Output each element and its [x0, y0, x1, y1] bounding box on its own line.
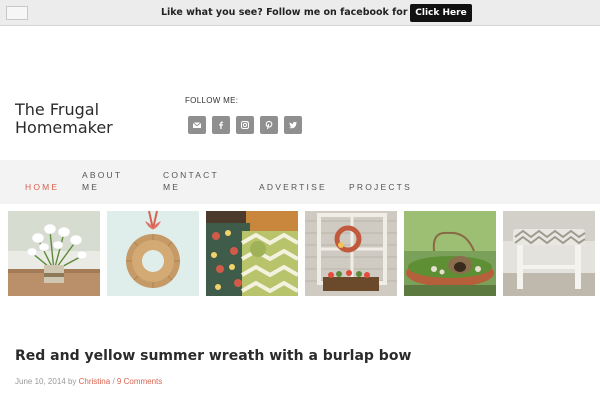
post-date: June 10, 2014	[15, 377, 66, 386]
pinterest-icon[interactable]	[260, 116, 278, 134]
paper-wreath-thumbnail[interactable]	[107, 211, 199, 296]
nav-item-projects[interactable]: PROJECTS	[349, 181, 412, 193]
instagram-icon[interactable]	[236, 116, 254, 134]
nav-item-advertise[interactable]: ADVERTISE	[259, 181, 327, 193]
notification-message: Like what you see? Follow me on facebook…	[161, 7, 443, 18]
follow-me-label: FOLLOW ME:	[185, 96, 239, 105]
chevron-pillows-thumbnail[interactable]	[206, 211, 298, 296]
site-title[interactable]: The Frugal Homemaker	[15, 101, 165, 137]
nav-item-about-me[interactable]: ABOUT ME	[82, 169, 142, 193]
post-title[interactable]: Red and yellow summer wreath with a burl…	[15, 348, 411, 364]
close-bar-button[interactable]	[6, 6, 28, 20]
post-meta: June 10, 2014 by Christina / 9 Comments	[15, 377, 162, 386]
fairy-garden-thumbnail[interactable]	[404, 211, 496, 296]
email-icon[interactable]	[188, 116, 206, 134]
post-author-link[interactable]: Christina	[79, 377, 111, 386]
window-wreath-thumbnail[interactable]	[305, 211, 397, 296]
main-navigation: HOME ABOUT ME CONTACT ME ADVERTISE PROJE…	[0, 160, 600, 204]
nav-item-home[interactable]: HOME	[25, 181, 59, 193]
post-comments-link[interactable]: 9 Comments	[117, 377, 162, 386]
post-by-label: by	[67, 377, 77, 386]
chevron-stool-thumbnail[interactable]	[503, 211, 595, 296]
facebook-icon[interactable]	[212, 116, 230, 134]
post-meta-separator: /	[112, 377, 115, 386]
click-here-button[interactable]: Click Here	[410, 4, 472, 22]
nav-item-contact-me[interactable]: CONTACT ME	[163, 169, 233, 193]
tulip-centerpiece-thumbnail[interactable]	[8, 211, 100, 296]
notification-bar: Like what you see? Follow me on facebook…	[0, 0, 600, 26]
twitter-icon[interactable]	[284, 116, 302, 134]
